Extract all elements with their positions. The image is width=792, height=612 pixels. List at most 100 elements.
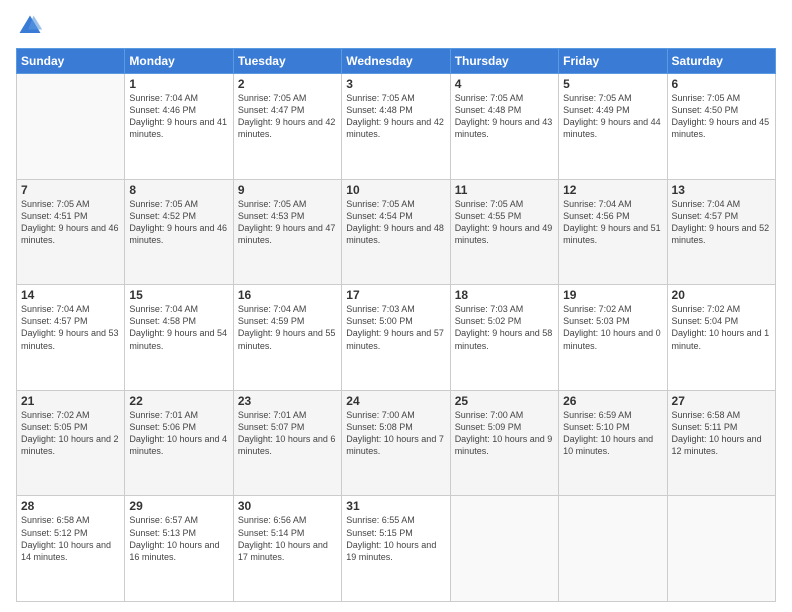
- calendar-cell: 1Sunrise: 7:04 AMSunset: 4:46 PMDaylight…: [125, 74, 233, 180]
- day-number: 25: [455, 394, 554, 408]
- logo: [16, 12, 48, 40]
- calendar-cell: 8Sunrise: 7:05 AMSunset: 4:52 PMDaylight…: [125, 179, 233, 285]
- calendar-week-row: 21Sunrise: 7:02 AMSunset: 5:05 PMDayligh…: [17, 390, 776, 496]
- calendar-cell: 9Sunrise: 7:05 AMSunset: 4:53 PMDaylight…: [233, 179, 341, 285]
- calendar-cell: [17, 74, 125, 180]
- calendar-cell: 15Sunrise: 7:04 AMSunset: 4:58 PMDayligh…: [125, 285, 233, 391]
- calendar-week-row: 28Sunrise: 6:58 AMSunset: 5:12 PMDayligh…: [17, 496, 776, 602]
- day-info: Sunrise: 7:02 AMSunset: 5:04 PMDaylight:…: [672, 303, 771, 352]
- calendar-cell: 7Sunrise: 7:05 AMSunset: 4:51 PMDaylight…: [17, 179, 125, 285]
- day-number: 28: [21, 499, 120, 513]
- calendar-header-row: SundayMondayTuesdayWednesdayThursdayFrid…: [17, 49, 776, 74]
- day-number: 5: [563, 77, 662, 91]
- day-number: 15: [129, 288, 228, 302]
- day-info: Sunrise: 7:04 AMSunset: 4:57 PMDaylight:…: [672, 198, 771, 247]
- day-number: 24: [346, 394, 445, 408]
- day-info: Sunrise: 7:04 AMSunset: 4:46 PMDaylight:…: [129, 92, 228, 141]
- calendar-cell: 14Sunrise: 7:04 AMSunset: 4:57 PMDayligh…: [17, 285, 125, 391]
- calendar-week-row: 14Sunrise: 7:04 AMSunset: 4:57 PMDayligh…: [17, 285, 776, 391]
- day-number: 8: [129, 183, 228, 197]
- day-info: Sunrise: 6:58 AMSunset: 5:12 PMDaylight:…: [21, 514, 120, 563]
- day-number: 6: [672, 77, 771, 91]
- day-number: 9: [238, 183, 337, 197]
- calendar-cell: 11Sunrise: 7:05 AMSunset: 4:55 PMDayligh…: [450, 179, 558, 285]
- day-info: Sunrise: 6:57 AMSunset: 5:13 PMDaylight:…: [129, 514, 228, 563]
- calendar-cell: 16Sunrise: 7:04 AMSunset: 4:59 PMDayligh…: [233, 285, 341, 391]
- day-number: 11: [455, 183, 554, 197]
- day-info: Sunrise: 7:05 AMSunset: 4:51 PMDaylight:…: [21, 198, 120, 247]
- day-info: Sunrise: 6:59 AMSunset: 5:10 PMDaylight:…: [563, 409, 662, 458]
- day-number: 23: [238, 394, 337, 408]
- day-number: 13: [672, 183, 771, 197]
- day-number: 19: [563, 288, 662, 302]
- weekday-header: Saturday: [667, 49, 775, 74]
- day-info: Sunrise: 7:01 AMSunset: 5:06 PMDaylight:…: [129, 409, 228, 458]
- day-number: 20: [672, 288, 771, 302]
- calendar-cell: 18Sunrise: 7:03 AMSunset: 5:02 PMDayligh…: [450, 285, 558, 391]
- day-number: 16: [238, 288, 337, 302]
- weekday-header: Friday: [559, 49, 667, 74]
- logo-icon: [16, 12, 44, 40]
- day-number: 18: [455, 288, 554, 302]
- calendar-cell: 20Sunrise: 7:02 AMSunset: 5:04 PMDayligh…: [667, 285, 775, 391]
- day-number: 4: [455, 77, 554, 91]
- calendar-cell: [667, 496, 775, 602]
- calendar-cell: [559, 496, 667, 602]
- day-info: Sunrise: 7:02 AMSunset: 5:05 PMDaylight:…: [21, 409, 120, 458]
- day-info: Sunrise: 7:01 AMSunset: 5:07 PMDaylight:…: [238, 409, 337, 458]
- day-info: Sunrise: 7:04 AMSunset: 4:56 PMDaylight:…: [563, 198, 662, 247]
- day-number: 1: [129, 77, 228, 91]
- day-number: 30: [238, 499, 337, 513]
- day-number: 21: [21, 394, 120, 408]
- calendar-cell: 24Sunrise: 7:00 AMSunset: 5:08 PMDayligh…: [342, 390, 450, 496]
- weekday-header: Monday: [125, 49, 233, 74]
- day-info: Sunrise: 6:55 AMSunset: 5:15 PMDaylight:…: [346, 514, 445, 563]
- header: [16, 12, 776, 40]
- day-number: 27: [672, 394, 771, 408]
- calendar-cell: 10Sunrise: 7:05 AMSunset: 4:54 PMDayligh…: [342, 179, 450, 285]
- calendar-cell: 19Sunrise: 7:02 AMSunset: 5:03 PMDayligh…: [559, 285, 667, 391]
- calendar-cell: [450, 496, 558, 602]
- calendar-cell: 21Sunrise: 7:02 AMSunset: 5:05 PMDayligh…: [17, 390, 125, 496]
- day-info: Sunrise: 7:05 AMSunset: 4:47 PMDaylight:…: [238, 92, 337, 141]
- day-info: Sunrise: 7:05 AMSunset: 4:53 PMDaylight:…: [238, 198, 337, 247]
- calendar-cell: 26Sunrise: 6:59 AMSunset: 5:10 PMDayligh…: [559, 390, 667, 496]
- weekday-header: Wednesday: [342, 49, 450, 74]
- calendar-cell: 30Sunrise: 6:56 AMSunset: 5:14 PMDayligh…: [233, 496, 341, 602]
- calendar-cell: 23Sunrise: 7:01 AMSunset: 5:07 PMDayligh…: [233, 390, 341, 496]
- calendar-cell: 17Sunrise: 7:03 AMSunset: 5:00 PMDayligh…: [342, 285, 450, 391]
- weekday-header: Sunday: [17, 49, 125, 74]
- day-info: Sunrise: 7:05 AMSunset: 4:48 PMDaylight:…: [346, 92, 445, 141]
- weekday-header: Thursday: [450, 49, 558, 74]
- day-number: 17: [346, 288, 445, 302]
- day-info: Sunrise: 7:05 AMSunset: 4:52 PMDaylight:…: [129, 198, 228, 247]
- day-info: Sunrise: 6:58 AMSunset: 5:11 PMDaylight:…: [672, 409, 771, 458]
- page: SundayMondayTuesdayWednesdayThursdayFrid…: [0, 0, 792, 612]
- calendar-cell: 6Sunrise: 7:05 AMSunset: 4:50 PMDaylight…: [667, 74, 775, 180]
- day-number: 31: [346, 499, 445, 513]
- day-info: Sunrise: 7:05 AMSunset: 4:49 PMDaylight:…: [563, 92, 662, 141]
- day-info: Sunrise: 7:04 AMSunset: 4:57 PMDaylight:…: [21, 303, 120, 352]
- day-info: Sunrise: 7:05 AMSunset: 4:50 PMDaylight:…: [672, 92, 771, 141]
- day-number: 12: [563, 183, 662, 197]
- day-info: Sunrise: 7:03 AMSunset: 5:02 PMDaylight:…: [455, 303, 554, 352]
- day-number: 10: [346, 183, 445, 197]
- day-info: Sunrise: 7:04 AMSunset: 4:59 PMDaylight:…: [238, 303, 337, 352]
- calendar-cell: 27Sunrise: 6:58 AMSunset: 5:11 PMDayligh…: [667, 390, 775, 496]
- calendar-cell: 22Sunrise: 7:01 AMSunset: 5:06 PMDayligh…: [125, 390, 233, 496]
- calendar-cell: 25Sunrise: 7:00 AMSunset: 5:09 PMDayligh…: [450, 390, 558, 496]
- day-info: Sunrise: 7:00 AMSunset: 5:08 PMDaylight:…: [346, 409, 445, 458]
- calendar-cell: 2Sunrise: 7:05 AMSunset: 4:47 PMDaylight…: [233, 74, 341, 180]
- day-number: 22: [129, 394, 228, 408]
- calendar-cell: 12Sunrise: 7:04 AMSunset: 4:56 PMDayligh…: [559, 179, 667, 285]
- weekday-header: Tuesday: [233, 49, 341, 74]
- day-number: 26: [563, 394, 662, 408]
- calendar-cell: 3Sunrise: 7:05 AMSunset: 4:48 PMDaylight…: [342, 74, 450, 180]
- calendar-cell: 31Sunrise: 6:55 AMSunset: 5:15 PMDayligh…: [342, 496, 450, 602]
- calendar: SundayMondayTuesdayWednesdayThursdayFrid…: [16, 48, 776, 602]
- day-info: Sunrise: 7:05 AMSunset: 4:55 PMDaylight:…: [455, 198, 554, 247]
- day-number: 2: [238, 77, 337, 91]
- day-info: Sunrise: 7:03 AMSunset: 5:00 PMDaylight:…: [346, 303, 445, 352]
- calendar-cell: 28Sunrise: 6:58 AMSunset: 5:12 PMDayligh…: [17, 496, 125, 602]
- calendar-cell: 29Sunrise: 6:57 AMSunset: 5:13 PMDayligh…: [125, 496, 233, 602]
